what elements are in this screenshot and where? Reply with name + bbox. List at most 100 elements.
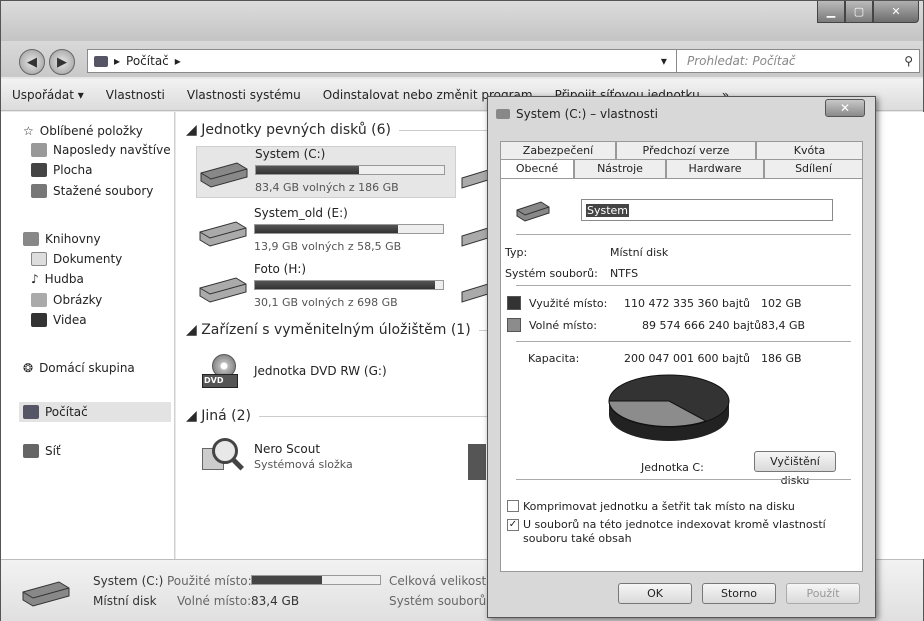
drive-letter-label: Jednotka C:	[641, 461, 704, 474]
drive-item-h[interactable]: Foto (H:) 30,1 GB volných z 698 GB	[196, 262, 456, 314]
general-tab-panel: System Typ: Místní disk Systém souborů: …	[500, 178, 863, 572]
dialog-title: System (C:) – vlastnosti	[496, 107, 658, 121]
tab-hardware[interactable]: Hardware	[666, 159, 764, 178]
nero-scout-icon	[202, 438, 246, 478]
tab-previous-versions[interactable]: Předchozí verze	[616, 141, 756, 160]
volume-label-value: System	[586, 203, 630, 217]
search-input[interactable]: Prohledat: Počítač ⚲	[676, 49, 920, 73]
free-space-size: 83,4 GB	[761, 319, 806, 332]
group-header-removable[interactable]: ◢ Zařízení s vyměnitelným úložištěm (1)	[186, 322, 499, 338]
back-arrow-icon: ◀	[27, 54, 37, 70]
drive-name: Jednotka DVD RW (G:)	[254, 364, 387, 378]
dvd-badge: DVD	[204, 376, 224, 385]
tab-tools[interactable]: Nástroje	[574, 159, 666, 178]
item-name: Nero Scout	[254, 442, 321, 456]
nav-music[interactable]: ♪ Hudba	[31, 272, 84, 286]
address-field[interactable]: ▸ Počítač ▸ ▾ ↻	[87, 49, 700, 73]
tab-general[interactable]: Obecné	[500, 159, 574, 179]
dialog-close-button[interactable]: ✕	[825, 99, 865, 117]
nav-documents[interactable]: Dokumenty	[31, 252, 122, 266]
nav-homegroup[interactable]: ❂ Domácí skupina	[23, 361, 135, 375]
dropdown-arrow-icon[interactable]: ▾	[661, 54, 667, 68]
drive-item-dvd[interactable]: DVD Jednotka DVD RW (G:)	[196, 350, 456, 396]
type-value: Místní disk	[610, 246, 669, 259]
dialog-title-text: System (C:) – vlastnosti	[516, 107, 658, 121]
type-label: Typ:	[505, 246, 528, 259]
drive-item-e[interactable]: System_old (E:) 13,9 GB volných z 58,5 G…	[196, 206, 456, 258]
network-icon	[23, 444, 39, 458]
used-space-swatch	[507, 296, 521, 310]
disk-usage-pie-chart	[608, 374, 730, 441]
minimize-button[interactable]: ▁	[817, 1, 845, 23]
close-button[interactable]: ✕	[873, 1, 919, 23]
tab-row-1: Zabezpečení Předchozí verze Kvóta	[500, 141, 863, 160]
maximize-button[interactable]: ▢	[845, 1, 873, 23]
group-header-other[interactable]: ◢ Jiná (2)	[186, 408, 489, 424]
index-checkbox[interactable]: ✓	[507, 519, 519, 531]
nav-videos[interactable]: Videa	[31, 313, 87, 327]
nav-label: Obrázky	[53, 293, 103, 307]
separator	[516, 285, 851, 286]
compress-checkbox[interactable]	[507, 500, 519, 512]
breadcrumb-computer[interactable]: Počítač	[126, 54, 169, 68]
hard-drive-icon	[461, 283, 489, 303]
nav-network[interactable]: Síť	[23, 444, 61, 458]
nav-downloads[interactable]: Stažené soubory	[31, 184, 153, 198]
ok-button[interactable]: OK	[618, 583, 692, 604]
hard-drive-icon	[461, 169, 489, 189]
volume-label-input[interactable]: System	[581, 199, 833, 221]
separator	[516, 341, 851, 342]
navigation-pane: ☆ Oblíbené položky Naposledy navštívené P…	[1, 112, 175, 559]
documents-icon	[31, 252, 47, 266]
group-header-hdd[interactable]: ◢ Jednotky pevných disků (6)	[186, 122, 489, 138]
breadcrumb-sep-icon: ▸	[114, 54, 121, 68]
nav-label: Plocha	[53, 163, 93, 177]
folder-icon	[468, 444, 486, 480]
tab-quota[interactable]: Kvóta	[756, 141, 863, 160]
dvd-drive-icon: DVD	[202, 354, 242, 392]
properties-button[interactable]: Vlastnosti	[95, 88, 176, 102]
properties-dialog: System (C:) – vlastnosti ✕ Zabezpečení P…	[487, 96, 876, 618]
nav-label: Hudba	[44, 272, 84, 286]
nav-label: Dokumenty	[53, 252, 123, 266]
nav-recent[interactable]: Naposledy navštívené	[31, 143, 171, 157]
nav-label: Knihovny	[45, 232, 101, 246]
drive-item-c[interactable]: System (C:) 83,4 GB volných z 186 GB	[196, 146, 456, 198]
music-icon: ♪	[31, 272, 39, 286]
capacity-size: 186 GB	[761, 352, 802, 365]
pictures-icon	[31, 293, 47, 307]
nav-computer[interactable]: Počítač	[19, 402, 171, 422]
system-properties-button[interactable]: Vlastnosti systému	[176, 88, 312, 102]
organize-button[interactable]: Uspořádat ▾	[1, 88, 95, 102]
breadcrumb-sep-icon: ▸	[174, 54, 181, 68]
capacity-label: Kapacita:	[528, 352, 580, 365]
drive-usage-bar	[254, 224, 444, 234]
drive-free-space: 30,1 GB volných z 698 GB	[254, 296, 398, 309]
library-icon	[23, 232, 39, 246]
tab-sharing[interactable]: Sdílení	[764, 159, 863, 178]
videos-icon	[31, 313, 47, 327]
disk-cleanup-button[interactable]: Vyčištění disku	[754, 451, 836, 487]
other-item-nero[interactable]: Nero Scout Systémová složka	[196, 434, 456, 480]
hard-drive-icon	[22, 581, 70, 607]
back-button[interactable]: ◀	[19, 49, 45, 75]
index-label-line2: souboru také obsah	[523, 532, 632, 545]
nav-label: Videa	[53, 313, 87, 327]
hard-drive-icon	[200, 162, 248, 188]
filesystem-value: NTFS	[610, 267, 639, 280]
desktop-icon	[31, 163, 47, 177]
forward-button[interactable]: ▶	[49, 49, 75, 75]
drive-name: System (C:)	[255, 147, 326, 161]
details-total-label: Celková velikost: 1	[389, 574, 502, 588]
nav-libraries[interactable]: Knihovny	[23, 232, 101, 246]
apply-button[interactable]: Použít	[786, 583, 860, 604]
tab-security[interactable]: Zabezpečení	[500, 141, 616, 160]
search-icon[interactable]: ⚲	[904, 54, 913, 68]
nav-desktop[interactable]: Plocha	[31, 163, 92, 177]
drive-icon	[496, 109, 510, 119]
nav-pictures[interactable]: Obrázky	[31, 293, 102, 307]
nav-favorites[interactable]: ☆ Oblíbené položky	[23, 124, 143, 138]
details-free-label: Volné místo:	[177, 594, 252, 608]
cancel-button[interactable]: Storno	[702, 583, 776, 604]
group-label: ◢ Jednotky pevných disků (6)	[186, 122, 391, 138]
